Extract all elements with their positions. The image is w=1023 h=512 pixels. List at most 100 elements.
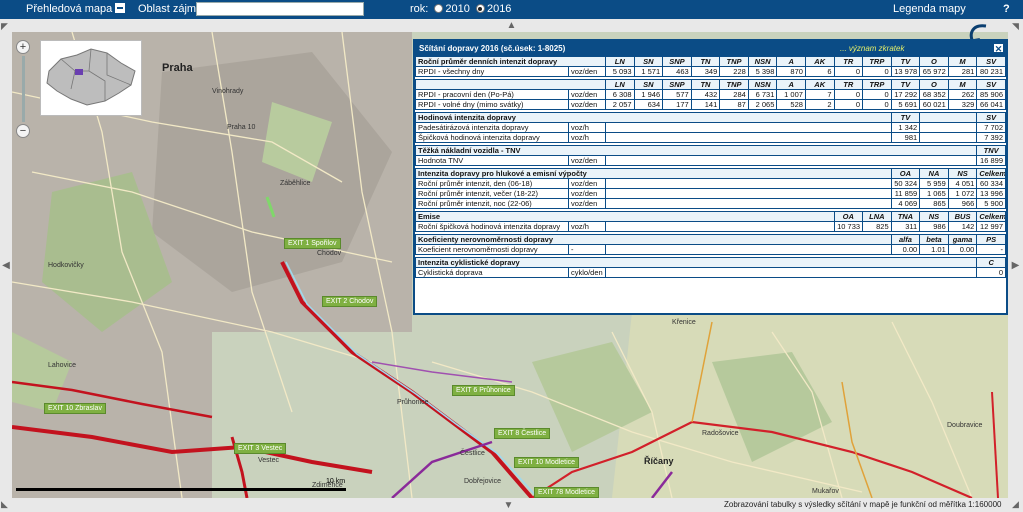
value-cell: 870 [776,66,806,77]
pan-west-bar[interactable]: ◀ [0,32,12,498]
pan-southwest-icon[interactable]: ◣ [1,500,8,509]
pan-north-bar[interactable]: ▲ [0,19,1023,32]
help-button[interactable]: ? [1003,3,1010,15]
value-cell: 0.00 [947,244,978,255]
row-unit: voz/den [568,198,606,209]
close-icon[interactable]: ✕ [993,43,1004,54]
exit-label[interactable]: EXIT 10 Zbraslav [44,403,106,414]
spacer-cell [919,112,978,123]
pan-down-arrow-icon[interactable]: ▼ [504,500,514,511]
row-unit: voz/den [568,66,606,77]
value-cell: 5 093 [605,66,635,77]
exit-label[interactable]: EXIT 6 Průhonice [452,385,515,396]
pan-up-arrow-icon[interactable]: ▲ [507,20,517,31]
value-cell: 6 [804,66,835,77]
column-header: SV [976,56,1006,67]
exit-label[interactable]: EXIT 10 Modletice [514,457,580,468]
exit-label[interactable]: EXIT 1 Spořilov [284,238,341,249]
value-cell: 6 308 [605,89,635,100]
exit-label[interactable]: EXIT 78 Modletice [534,487,600,498]
year-2016-radio[interactable] [475,4,485,13]
column-header: TNP [719,79,749,90]
column-header: TNV [976,145,1006,156]
table-row: Emise OA LNA TNA NS BUS Celkem [415,211,1006,222]
area-of-interest-input[interactable] [196,2,364,16]
column-header: SN [633,79,664,90]
column-header: TR [833,56,864,67]
zoom-slider[interactable] [21,56,25,122]
place-label: Lahovice [48,362,77,369]
pan-southeast-icon[interactable]: ◢ [1012,500,1019,509]
place-label: Záběhlice [280,180,311,187]
value-cell: 981 [890,132,921,143]
section-title: Emise [415,211,835,222]
spacer-cell [415,79,606,90]
overview-map[interactable] [40,40,142,116]
value-cell: 10 733 [833,221,864,232]
row-label: RPDI - pracovní den (Po-Pá) [415,89,569,100]
place-label: Chodov [317,250,342,257]
table-row: Cyklistická doprava cyklo/den 0 [415,267,1006,278]
zoom-out-button[interactable]: − [16,124,30,138]
column-header: A [776,56,806,67]
pan-east-bar[interactable]: ▶ [1008,32,1023,498]
row-unit: voz/h [568,221,606,232]
value-cell: 65 972 [919,66,949,77]
year-2010-radio[interactable] [434,4,444,13]
column-header: AK [804,56,835,67]
row-unit: voz/den [568,178,606,189]
spacer-cell [605,132,892,143]
column-header: TR [833,79,864,90]
table-row: Padesátirázová intenzita dopravy voz/h 1 3… [415,122,1006,133]
value-cell: 7 [804,89,835,100]
value-cell: 0 [862,99,892,110]
column-header: gama [947,234,978,245]
value-cell: 4 051 [947,178,978,189]
table-row: Roční špičková hodinová intenzita doprav… [415,221,1006,232]
value-cell: 228 [719,66,749,77]
table-row: RPDI - pracovní den (Po-Pá) voz/den 6 308 1… [415,89,1006,100]
row-label: Roční průměr intenzit, noc (22-06) [415,198,569,209]
spacer-cell [605,221,835,232]
exit-label[interactable]: EXIT 8 Čestlice [494,428,551,439]
value-cell: 966 [947,198,978,209]
exit-label[interactable]: EXIT 2 Chodov [322,296,378,307]
spacer-cell [605,188,892,199]
place-label: Mukařov [812,488,839,495]
row-label: Roční špičková hodinová intenzita doprav… [415,221,569,232]
column-header: LNA [862,211,892,222]
value-cell: 1 342 [890,122,921,133]
column-header: LN [605,79,635,90]
overview-map-label: Přehledová mapa [26,3,113,15]
table-row: Roční průměr denních intenzit dopravy LN S… [415,56,1006,67]
row-label: Špičková hodinová intenzita dopravy [415,132,569,143]
abbreviations-link[interactable]: ... význam zkratek [840,44,904,53]
value-cell: 825 [862,221,892,232]
value-cell: 0 [833,99,864,110]
pan-left-arrow-icon[interactable]: ◀ [2,260,10,271]
zoom-control: + − [16,40,30,140]
table-row: Hodinová intenzita dopravy TV SV [415,112,1006,123]
value-cell: 0 [833,89,864,100]
top-toolbar: Přehledová mapa Oblast zájmu: rok: 2010 … [0,0,1023,19]
place-label: Radošovice [702,430,739,437]
column-header: SNP [662,56,692,67]
value-cell: 463 [662,66,692,77]
overview-map-toggle[interactable]: Přehledová mapa [26,3,126,15]
exit-label[interactable]: EXIT 3 Vestec [234,443,287,454]
row-label: Padesátirázová intenzita dopravy [415,122,569,133]
value-cell: 577 [662,89,692,100]
panel-header: Sčítání dopravy 2016 (sč.úsek: 1-8025) .… [415,41,1006,56]
row-unit: cyklo/den [568,267,606,278]
pan-northwest-icon[interactable]: ◤ [1,22,8,31]
row-label: Hodnota TNV [415,155,569,166]
value-cell: 281 [947,66,978,77]
pan-right-arrow-icon[interactable]: ▶ [1012,260,1020,271]
map-legend-link[interactable]: Legenda mapy [893,3,966,15]
collapse-icon[interactable] [115,3,126,13]
table-row: LN SN SNP TN TNP NSN A AK TR TRP TV O M SV [415,79,1006,90]
zoom-in-button[interactable]: + [16,40,30,54]
pan-northeast-icon[interactable]: ◥ [1012,22,1019,31]
column-header: A [776,79,806,90]
column-header: TV [890,112,921,123]
